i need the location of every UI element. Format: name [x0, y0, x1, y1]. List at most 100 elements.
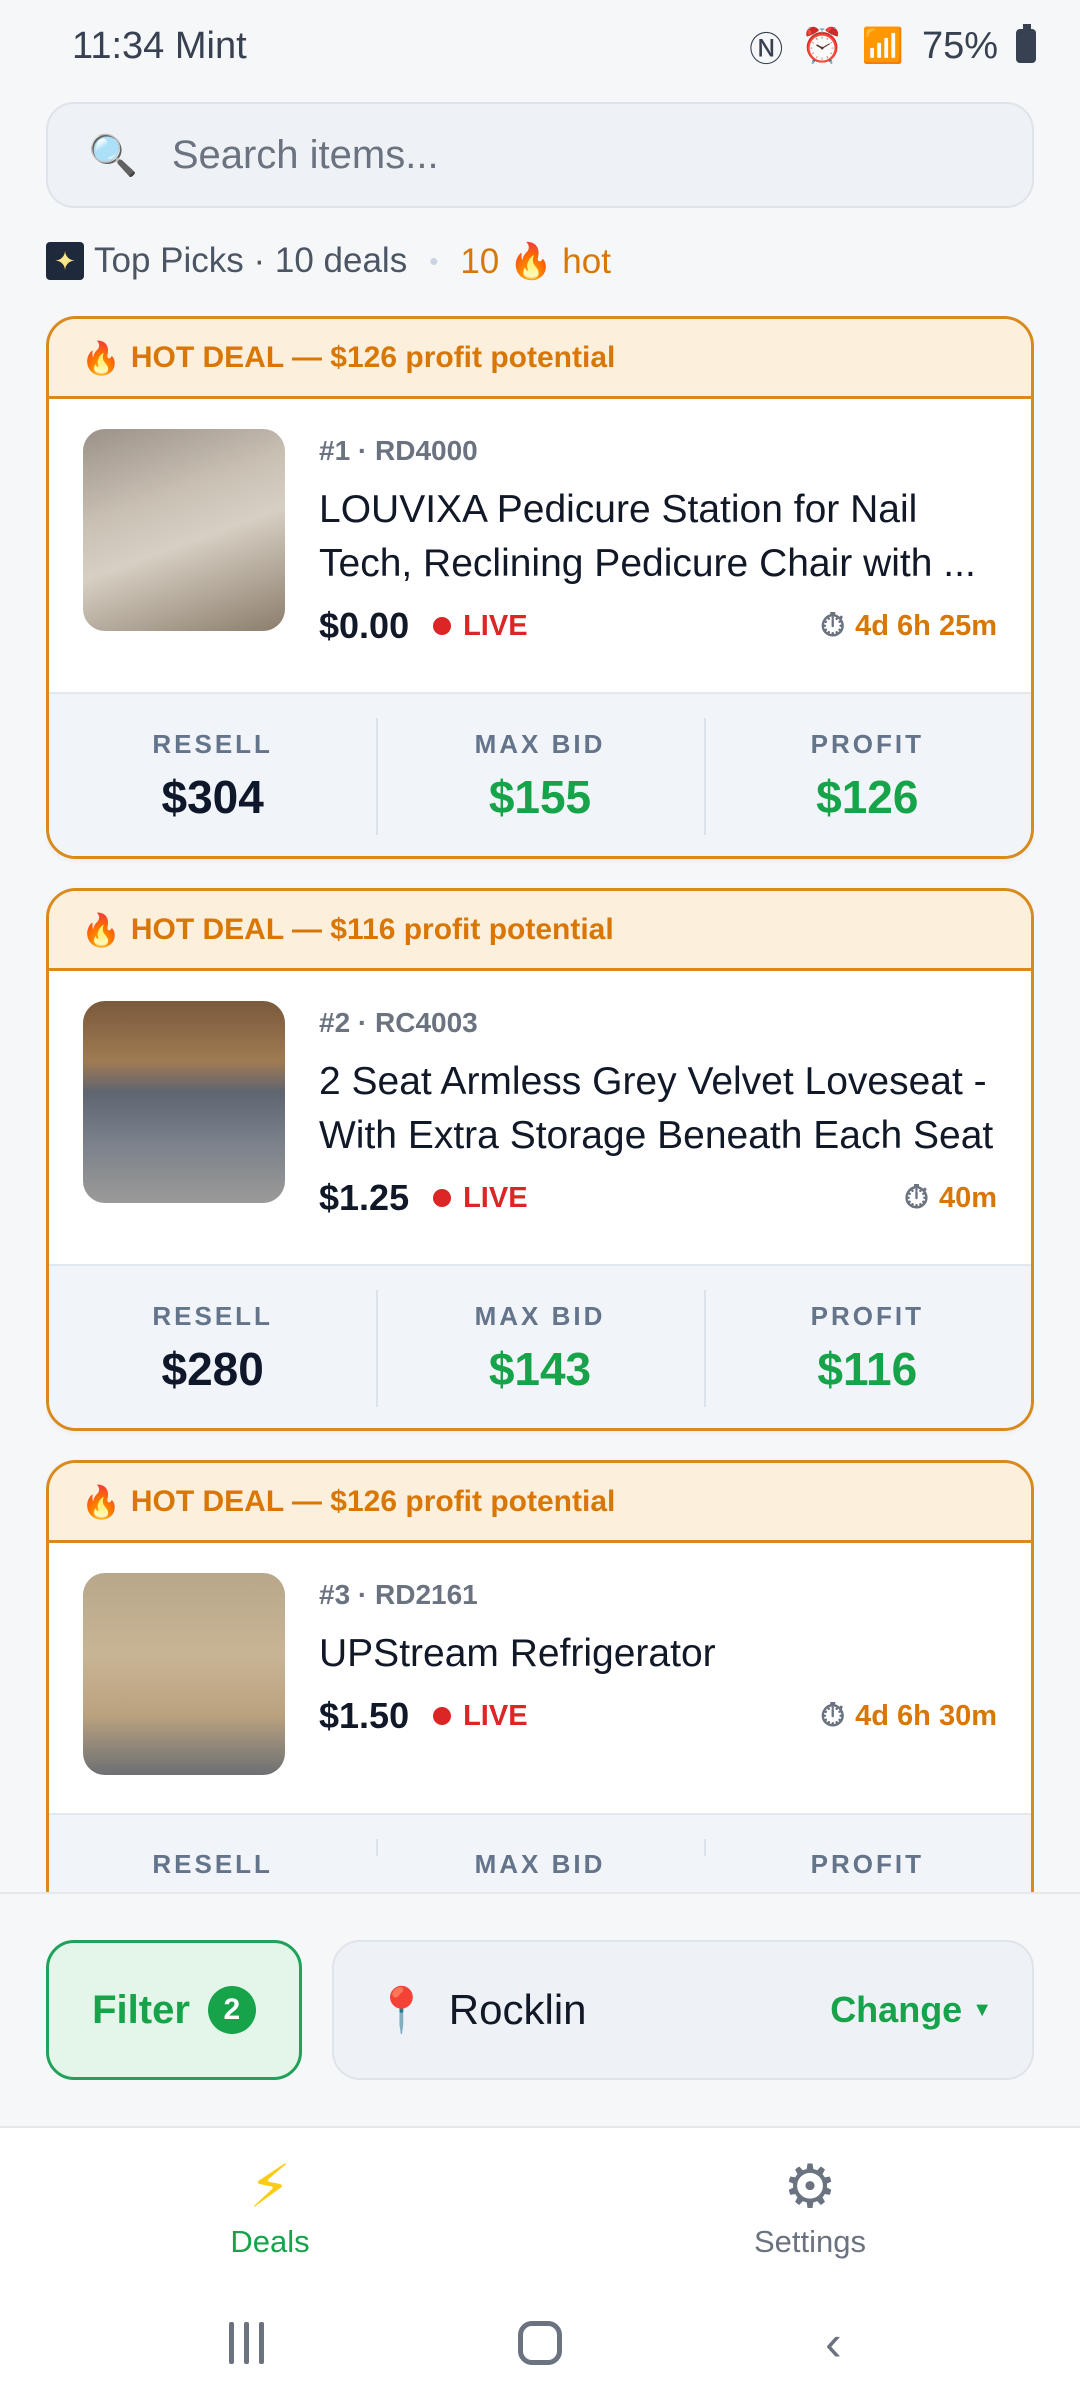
time-left-value: 4d 6h 30m: [855, 1699, 997, 1732]
caret-down-icon: ▼: [972, 1998, 992, 2021]
battery-percent: 75%: [921, 24, 998, 67]
home-button[interactable]: [490, 2321, 590, 2365]
item-id: #2 · RC4003: [319, 1007, 478, 1038]
price-row: $0.00 LIVE ⏱ 4d 6h 25m: [319, 605, 997, 647]
banner-text: HOT DEAL — $126 profit potential: [130, 340, 616, 374]
resell-stat: RESELL $280: [49, 1266, 376, 1428]
stopwatch-icon: ⏱: [820, 1697, 846, 1733]
item-id: #3 · RD2161: [319, 1579, 478, 1610]
time-left-value: 4d 6h 25m: [855, 609, 997, 642]
time-left: ⏱ 4d 6h 25m: [820, 607, 997, 645]
location-selector[interactable]: 📍 Rocklin Change ▼: [332, 1940, 1034, 2080]
deal-card[interactable]: 🔥 HOT DEAL — $126 profit potential #3 · …: [46, 1460, 1034, 1892]
time-left: ⏱ 4d 6h 30m: [820, 1697, 997, 1735]
wifi-icon: 📶: [861, 27, 904, 65]
resell-value: $280: [161, 1343, 264, 1395]
live-dot-icon: [433, 1189, 452, 1207]
deal-stats: RESELL $304 MAX BID $155 PROFIT $126: [49, 692, 1031, 856]
max-bid-value: $155: [488, 771, 592, 823]
max-bid-label: MAX BID: [474, 1301, 606, 1331]
filter-count-badge: 2: [207, 1986, 256, 2034]
nav-deals[interactable]: ⚡ Deals: [0, 2128, 540, 2286]
status-icons: Ⓝ ⏰ 📶 75%: [749, 22, 1036, 71]
item-thumbnail[interactable]: [83, 1573, 285, 1775]
home-icon: [517, 2321, 562, 2365]
profit-stat: PROFIT $116: [703, 1266, 1031, 1428]
nfc-icon: Ⓝ: [749, 30, 784, 69]
filter-label: Filter: [92, 1987, 190, 2032]
item-thumbnail[interactable]: [83, 429, 285, 631]
resell-label: RESELL: [152, 1301, 273, 1331]
deal-card[interactable]: 🔥 HOT DEAL — $126 profit potential #1 · …: [46, 316, 1034, 859]
status-time-group: 11:34 Mint: [72, 25, 247, 68]
item-id: #1 · RD4000: [319, 435, 478, 466]
hot-deal-banner: 🔥 HOT DEAL — $126 profit potential: [49, 1463, 1031, 1543]
live-indicator: LIVE: [433, 610, 528, 643]
resell-label: RESELL: [152, 729, 273, 759]
hot-deal-banner: 🔥 HOT DEAL — $126 profit potential: [49, 319, 1031, 399]
live-dot-icon: [433, 617, 452, 635]
max-bid-stat: MAX BID: [376, 1815, 703, 1880]
status-time: 11:34: [72, 24, 165, 67]
hot-count: 10 🔥 hot: [460, 241, 611, 281]
item-info: #2 · RC4003 2 Seat Armless Grey Velvet L…: [319, 1001, 997, 1264]
profit-label: PROFIT: [810, 1849, 924, 1879]
gear-icon: ⚙: [783, 2153, 837, 2220]
max-bid-value: $143: [488, 1343, 592, 1395]
deal-stats: RESELL $280 MAX BID $143 PROFIT $116: [49, 1264, 1031, 1428]
recents-icon[interactable]: [197, 2322, 297, 2364]
deal-body[interactable]: #3 · RD2161 UPStream Refrigerator $1.50 …: [49, 1543, 1031, 1813]
alarm-icon: ⏰: [801, 27, 844, 65]
change-location-button[interactable]: Change ▼: [830, 1989, 992, 2031]
location-name: Rocklin: [448, 1986, 587, 2033]
profit-label: PROFIT: [810, 1301, 924, 1331]
resell-stat: RESELL $304: [49, 694, 376, 856]
fire-icon: 🔥: [81, 1483, 121, 1520]
deal-body[interactable]: #2 · RC4003 2 Seat Armless Grey Velvet L…: [49, 971, 1031, 1264]
live-label: LIVE: [463, 1699, 528, 1732]
profit-value: $126: [816, 771, 919, 823]
banner-text: HOT DEAL — $126 profit potential: [130, 1484, 616, 1518]
stopwatch-icon: ⏱: [820, 607, 846, 643]
item-thumbnail[interactable]: [83, 1001, 285, 1203]
resell-stat: RESELL: [49, 1815, 376, 1880]
filter-bar: Filter 2 📍 Rocklin Change ▼: [0, 1892, 1080, 2126]
live-indicator: LIVE: [433, 1699, 528, 1733]
hot-deal-banner: 🔥 HOT DEAL — $116 profit potential: [49, 891, 1031, 971]
live-dot-icon: [433, 1707, 452, 1725]
max-bid-stat: MAX BID $143: [376, 1266, 703, 1428]
deals-feed[interactable]: 🔥 HOT DEAL — $126 profit potential #1 · …: [46, 316, 1034, 1892]
status-carrier: Mint: [174, 24, 247, 67]
live-label: LIVE: [463, 1181, 528, 1214]
profit-label: PROFIT: [810, 729, 924, 759]
max-bid-label: MAX BID: [474, 729, 606, 759]
profit-stat: PROFIT $126: [703, 694, 1031, 856]
nav-deals-label: Deals: [230, 2224, 310, 2259]
resell-label: RESELL: [152, 1849, 273, 1879]
deal-card[interactable]: 🔥 HOT DEAL — $116 profit potential #2 · …: [46, 888, 1034, 1431]
deal-body[interactable]: #1 · RD4000 LOUVIXA Pedicure Station for…: [49, 399, 1031, 692]
nav-settings[interactable]: ⚙ Settings: [540, 2128, 1080, 2286]
status-bar: 11:34 Mint Ⓝ ⏰ 📶 75%: [0, 0, 1080, 92]
search-input[interactable]: [171, 132, 992, 178]
top-picks-count: Top Picks · 10 deals: [94, 241, 408, 280]
current-price: $1.50: [319, 1695, 410, 1736]
search-bar[interactable]: 🔍: [46, 102, 1034, 208]
nav-settings-label: Settings: [753, 2224, 866, 2259]
location-pin-icon: 📍: [374, 1986, 429, 2035]
profit-value: $116: [817, 1343, 918, 1395]
filter-button[interactable]: Filter 2: [46, 1940, 302, 2080]
stopwatch-icon: ⏱: [903, 1179, 929, 1215]
current-price: $0.00: [319, 605, 410, 646]
battery-icon: [1016, 24, 1036, 63]
item-info: #3 · RD2161 UPStream Refrigerator $1.50 …: [319, 1573, 997, 1813]
change-label: Change: [830, 1989, 963, 2030]
item-title: LOUVIXA Pedicure Station for Nail Tech, …: [319, 488, 976, 585]
banner-text: HOT DEAL — $116 profit potential: [130, 912, 614, 946]
item-info: #1 · RD4000 LOUVIXA Pedicure Station for…: [319, 429, 997, 692]
deal-stats: RESELL MAX BID PROFIT: [49, 1813, 1031, 1892]
bottom-nav: ⚡ Deals ⚙ Settings: [0, 2126, 1080, 2286]
back-icon[interactable]: ‹: [783, 2314, 883, 2372]
top-picks-icon: ✦: [46, 242, 84, 280]
live-indicator: LIVE: [433, 1181, 528, 1215]
